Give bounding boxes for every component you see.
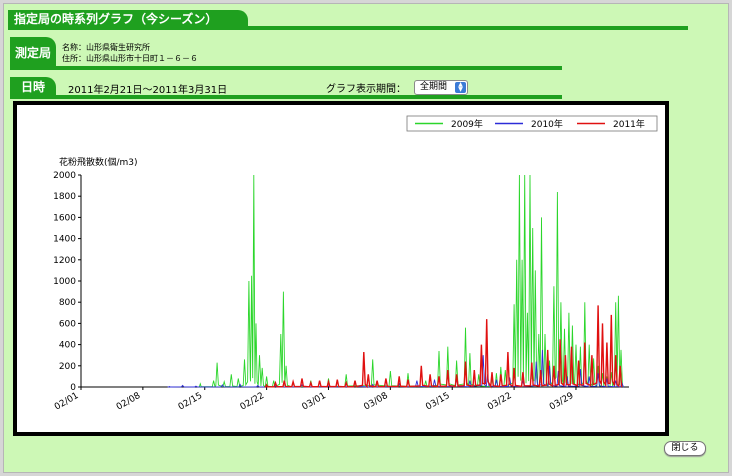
y-tick-label: 800 <box>59 298 76 308</box>
x-tick-label: 02/01 <box>53 391 80 413</box>
window-frame: 指定局の時系列グラフ（今シーズン） 測定局 名称：山形県衛生研究所 住所：山形県… <box>3 3 729 473</box>
header-tab: 指定局の時系列グラフ（今シーズン） <box>8 10 248 26</box>
chart-series <box>167 174 624 389</box>
header-bar <box>8 26 688 30</box>
y-axis-label: 花粉飛散数(個/m3) <box>59 156 138 168</box>
x-tick-label: 03/01 <box>301 391 328 413</box>
chart-legend: 2009年 2010年 2011年 <box>406 115 658 132</box>
chart-container: 2009年 2010年 2011年 花粉飛散数(個/m3) 2000 1800 1600… <box>13 101 669 436</box>
x-tick-label: 02/15 <box>177 391 204 413</box>
y-tick-label: 1400 <box>53 235 76 245</box>
y-tick-label: 1000 <box>53 277 76 287</box>
close-button[interactable]: 閉じる <box>664 441 706 456</box>
x-tick-label: 02/22 <box>239 391 266 413</box>
y-tick-label: 2000 <box>53 171 76 181</box>
station-label: 測定局 <box>14 45 51 60</box>
x-tick-label: 03/08 <box>362 391 390 413</box>
x-tick-label: 03/29 <box>548 391 576 413</box>
display-period-label: グラフ表示期間： <box>326 84 406 95</box>
y-tick-label: 1600 <box>53 213 76 223</box>
display-period-value: 全期間 <box>420 82 448 92</box>
display-period-select[interactable]: 全期間 ▲ ▼ <box>414 80 468 95</box>
legend-label: 2010年 <box>531 118 563 130</box>
station-address: 住所：山形県山形市十日町１－６－６ <box>62 54 198 63</box>
y-tick-label: 400 <box>59 341 76 351</box>
station-bar <box>10 66 562 70</box>
x-tick-label: 02/08 <box>115 391 143 413</box>
period-range: 2011年2月21日～2011年3月31日 <box>68 85 228 96</box>
page-title: 指定局の時系列グラフ（今シーズン） <box>14 11 218 26</box>
station-tab: 測定局 <box>10 37 56 67</box>
y-tick-label: 200 <box>59 362 76 372</box>
updown-arrow-icon: ▲ ▼ <box>455 82 466 93</box>
period-label: 日時 <box>20 80 45 94</box>
period-bar <box>10 95 562 99</box>
y-tick-label: 1800 <box>53 192 76 202</box>
x-tick-label: 03/15 <box>424 391 451 413</box>
y-tick-label: 600 <box>59 319 76 329</box>
station-name: 名称：山形県衛生研究所 <box>62 43 150 52</box>
x-tick-label: 03/22 <box>486 391 513 413</box>
period-tab: 日時 <box>10 77 56 96</box>
legend-label: 2009年 <box>451 118 483 130</box>
pollen-chart: 2009年 2010年 2011年 花粉飛散数(個/m3) 2000 1800 1600… <box>53 115 658 413</box>
legend-label: 2011年 <box>613 118 645 130</box>
y-tick-label: 1200 <box>53 256 76 266</box>
